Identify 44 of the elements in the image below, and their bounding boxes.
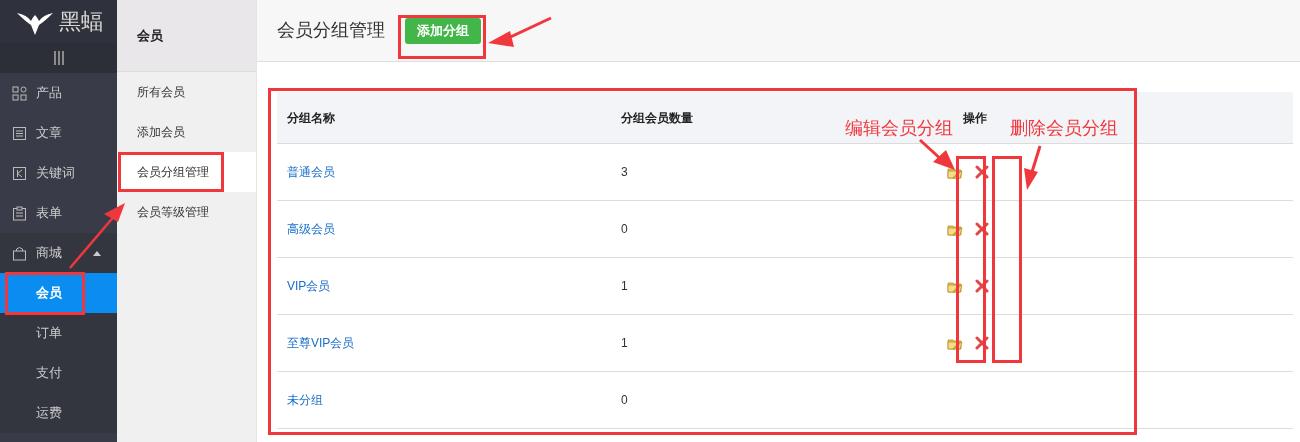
column-header: 分组名称 [287,109,335,127]
annotation-label: 删除会员分组 [1010,119,1118,137]
delete-icon[interactable] [975,336,989,350]
annotation-arrow [488,16,552,47]
page-title: 会员分组管理 [277,19,385,42]
table-cell-text: 0 [621,392,628,409]
annotation-label: 编辑会员分组 [845,119,953,137]
group-name-link[interactable]: 高级会员 [287,220,335,238]
table-cell-text: 3 [621,164,628,181]
logo-text: 黑蝠 [58,10,103,33]
table-cell-text: 0 [621,221,628,238]
group-name-link[interactable]: 至尊VIP会员 [287,334,355,352]
delete-icon[interactable] [975,279,989,293]
group-name-link[interactable]: 未分组 [287,391,323,409]
column-header: 操作 [963,109,987,127]
clipboard-icon [12,205,27,221]
subnav-item[interactable]: 会员等级管理 [117,192,256,232]
keyword-icon [12,165,27,181]
delete-icon[interactable] [975,222,989,236]
group-name-link[interactable]: VIP会员 [287,277,331,295]
menu-item[interactable]: 商城 [0,233,117,273]
subnav-item[interactable]: 添加会员 [117,112,256,152]
shopping-bag-icon [12,245,27,261]
annotation-arrow [1024,145,1042,190]
subnav-item[interactable]: 所有会员 [117,72,256,112]
submenu-item[interactable]: 支付 [0,353,117,393]
group-name-link[interactable]: 普通会员 [287,163,335,181]
caret-icon[interactable] [93,250,101,256]
menu-icon[interactable] [53,51,64,65]
delete-icon[interactable] [975,165,989,179]
annotation-arrow [919,138,955,170]
submenu-item[interactable]: 订单 [0,313,117,353]
table-cell-text: 1 [621,278,628,295]
menu-item[interactable]: 文章 [0,113,117,153]
menu-item[interactable]: 表单 [0,193,117,233]
table-cell-text: 1 [621,335,628,352]
menu-item[interactable]: 关键词 [0,153,117,193]
column-header: 分组会员数量 [621,109,693,127]
section-title: 会员 [137,26,163,45]
annotation-arrow [69,203,125,269]
submenu-item[interactable]: 运费 [0,393,117,433]
menu-item[interactable]: 产品 [0,73,117,113]
grid-icon [12,85,27,101]
document-icon [12,125,27,141]
